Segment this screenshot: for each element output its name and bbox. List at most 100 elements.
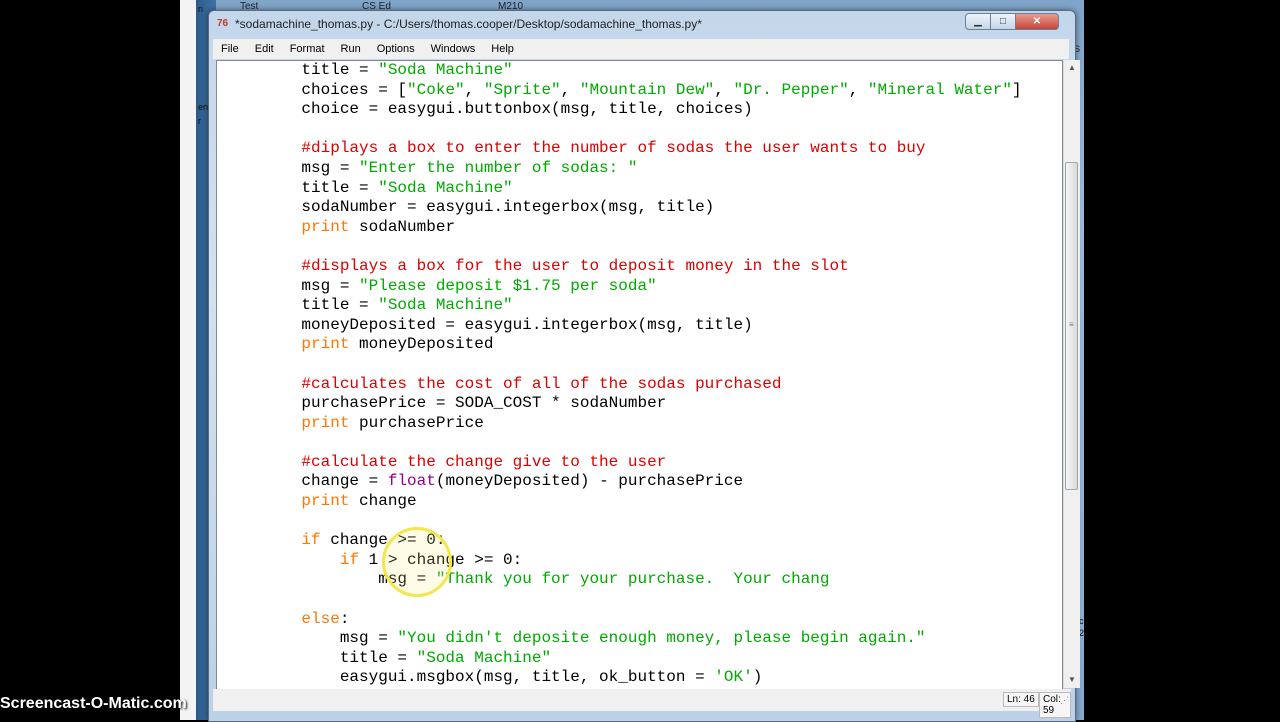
title-bar[interactable]: 76 *sodamachine_thomas.py - C:/Users/tho… — [209, 11, 1075, 37]
code-token: moneyDeposited — [349, 335, 494, 354]
code-line[interactable]: choice = easygui.buttonbox(msg, title, c… — [263, 100, 1022, 120]
code-line[interactable]: #calculates the cost of all of the sodas… — [263, 375, 1022, 395]
code-line[interactable]: moneyDeposited = easygui.integerbox(msg,… — [263, 316, 1022, 336]
code-line[interactable]: print change — [263, 492, 1022, 512]
code-token: "You didn't deposite enough money, pleas… — [397, 629, 926, 648]
code-token: "Dr. Pepper" — [733, 80, 849, 99]
code-token: change = — [263, 472, 388, 491]
scroll-down-icon[interactable]: ▼ — [1064, 672, 1080, 688]
maximize-button[interactable]: □ — [990, 13, 1016, 30]
code-token: choices = [ — [263, 80, 408, 99]
code-token: ] — [1011, 80, 1022, 99]
resize-grip-icon[interactable]: ⋰ — [1060, 695, 1069, 706]
code-token: msg = — [263, 629, 398, 648]
menu-windows[interactable]: Windows — [423, 43, 484, 55]
code-token: , — [848, 80, 868, 99]
code-token: choice = easygui.buttonbox(msg, title, c… — [263, 100, 753, 119]
code-token: purchasePrice = SODA_COST * sodaNumber — [263, 394, 667, 413]
close-button[interactable]: ✕ — [1015, 13, 1059, 30]
code-line[interactable]: title = "Soda Machine" — [263, 296, 1022, 316]
code-line[interactable]: print moneyDeposited — [263, 335, 1022, 355]
window-controls: ▁ □ ✕ — [965, 13, 1059, 30]
code-line[interactable]: change = float(moneyDeposited) - purchas… — [263, 472, 1022, 492]
code-line[interactable]: if 1 > change >= 0: — [263, 551, 1022, 571]
code-line[interactable]: if change >= 0: — [263, 531, 1022, 551]
code-token: #diplays a box to enter the number of so… — [263, 139, 926, 158]
code-line[interactable] — [263, 433, 1022, 453]
code-token: "Soda Machine" — [378, 178, 513, 197]
code-token: print — [263, 413, 350, 432]
code-token: title = — [263, 648, 417, 667]
code-token: title = — [263, 296, 379, 315]
code-token: print — [263, 335, 350, 354]
code-line[interactable]: title = "Soda Machine" — [263, 649, 1022, 669]
code-token: print — [263, 217, 350, 236]
code-token: "Soda Machine" — [378, 61, 513, 79]
minimize-button[interactable]: ▁ — [965, 13, 991, 30]
code-line[interactable] — [263, 237, 1022, 257]
idle-editor-window: 76 *sodamachine_thomas.py - C:/Users/tho… — [208, 10, 1080, 722]
edge-text-fragment: n — [198, 4, 204, 14]
code-editor[interactable]: title = "Soda Machine" choices = ["Coke"… — [216, 60, 1063, 690]
code-token: : — [339, 609, 350, 628]
menu-format[interactable]: Format — [282, 43, 333, 55]
code-token: title = — [263, 61, 379, 79]
code-line[interactable]: purchasePrice = SODA_COST * sodaNumber — [263, 394, 1022, 414]
code-text[interactable]: title = "Soda Machine" choices = ["Coke"… — [263, 61, 1022, 688]
code-line[interactable]: title = "Soda Machine" — [263, 61, 1022, 81]
code-line[interactable]: #displays a box for the user to deposit … — [263, 257, 1022, 277]
code-line[interactable]: msg = "Enter the number of sodas: " — [263, 159, 1022, 179]
code-line[interactable]: choices = ["Coke", "Sprite", "Mountain D… — [263, 80, 1022, 101]
code-token: "Mountain Dew" — [579, 80, 715, 99]
code-line[interactable]: sodaNumber = easygui.integerbox(msg, tit… — [263, 198, 1022, 218]
code-token: if — [263, 550, 360, 569]
line-number-readout: Ln: 46 — [1003, 692, 1039, 707]
code-token: sodaNumber — [349, 217, 456, 236]
code-line[interactable]: #diplays a box to enter the number of so… — [263, 139, 1022, 159]
code-token: moneyDeposited = easygui.integerbox(msg,… — [263, 315, 753, 334]
code-line[interactable]: #calculate the change give to the user — [263, 453, 1022, 473]
code-token: #displays a box for the user to deposit … — [263, 256, 849, 275]
edge-text-fragment: r — [198, 116, 201, 126]
code-token: "Mineral Water" — [867, 80, 1012, 99]
code-line[interactable]: msg = "You didn't deposite enough money,… — [263, 629, 1022, 649]
code-token: change — [349, 492, 417, 511]
code-token: "Coke" — [407, 80, 465, 99]
vertical-scrollbar[interactable]: ▲ ≡ ▼ — [1063, 60, 1080, 688]
menu-file[interactable]: File — [213, 43, 247, 55]
code-token: else — [263, 609, 340, 628]
menu-run[interactable]: Run — [333, 43, 369, 55]
status-bar: Ln: 46 Col: 59 ⋰ — [213, 689, 1071, 718]
scroll-up-icon[interactable]: ▲ — [1064, 60, 1080, 76]
code-line[interactable]: title = "Soda Machine" — [263, 179, 1022, 199]
menu-edit[interactable]: Edit — [247, 43, 282, 55]
scrollbar-thumb[interactable]: ≡ — [1065, 162, 1078, 490]
code-token: msg = — [263, 276, 360, 295]
code-line[interactable] — [263, 512, 1022, 532]
code-token: (moneyDeposited) - purchasePrice — [435, 472, 744, 491]
code-token: ) — [752, 668, 763, 687]
code-token: sodaNumber = easygui.integerbox(msg, tit… — [263, 198, 715, 217]
menu-options[interactable]: Options — [369, 43, 423, 55]
code-line[interactable]: msg = "Thank you for your purchase. Your… — [263, 570, 1022, 590]
code-token: "Soda Machine" — [416, 648, 552, 667]
window-title: *sodamachine_thomas.py - C:/Users/thomas… — [235, 17, 702, 31]
code-line[interactable]: msg = "Please deposit $1.75 per soda" — [263, 277, 1022, 297]
code-token: #calculate the change give to the user — [263, 452, 667, 471]
watermark: Screencast-O-Matic.com — [0, 695, 187, 712]
code-token: print — [263, 492, 350, 511]
code-line[interactable] — [263, 120, 1022, 140]
code-line[interactable]: print purchasePrice — [263, 414, 1022, 434]
code-line[interactable]: print sodaNumber — [263, 218, 1022, 238]
menu-help[interactable]: Help — [483, 43, 522, 55]
code-token: , — [714, 80, 734, 99]
code-token: , — [560, 80, 580, 99]
code-token: msg = — [263, 158, 360, 177]
code-line[interactable] — [263, 590, 1022, 610]
code-token: "Enter the number of sodas: " — [359, 158, 638, 177]
code-line[interactable]: easygui.msgbox(msg, title, ok_button = '… — [263, 668, 1022, 688]
code-line[interactable]: else: — [263, 610, 1022, 630]
code-token: "Thank you for your purchase. Your chang — [435, 570, 830, 589]
code-token: #calculates the cost of all of the sodas… — [263, 374, 782, 393]
code-line[interactable] — [263, 355, 1022, 375]
